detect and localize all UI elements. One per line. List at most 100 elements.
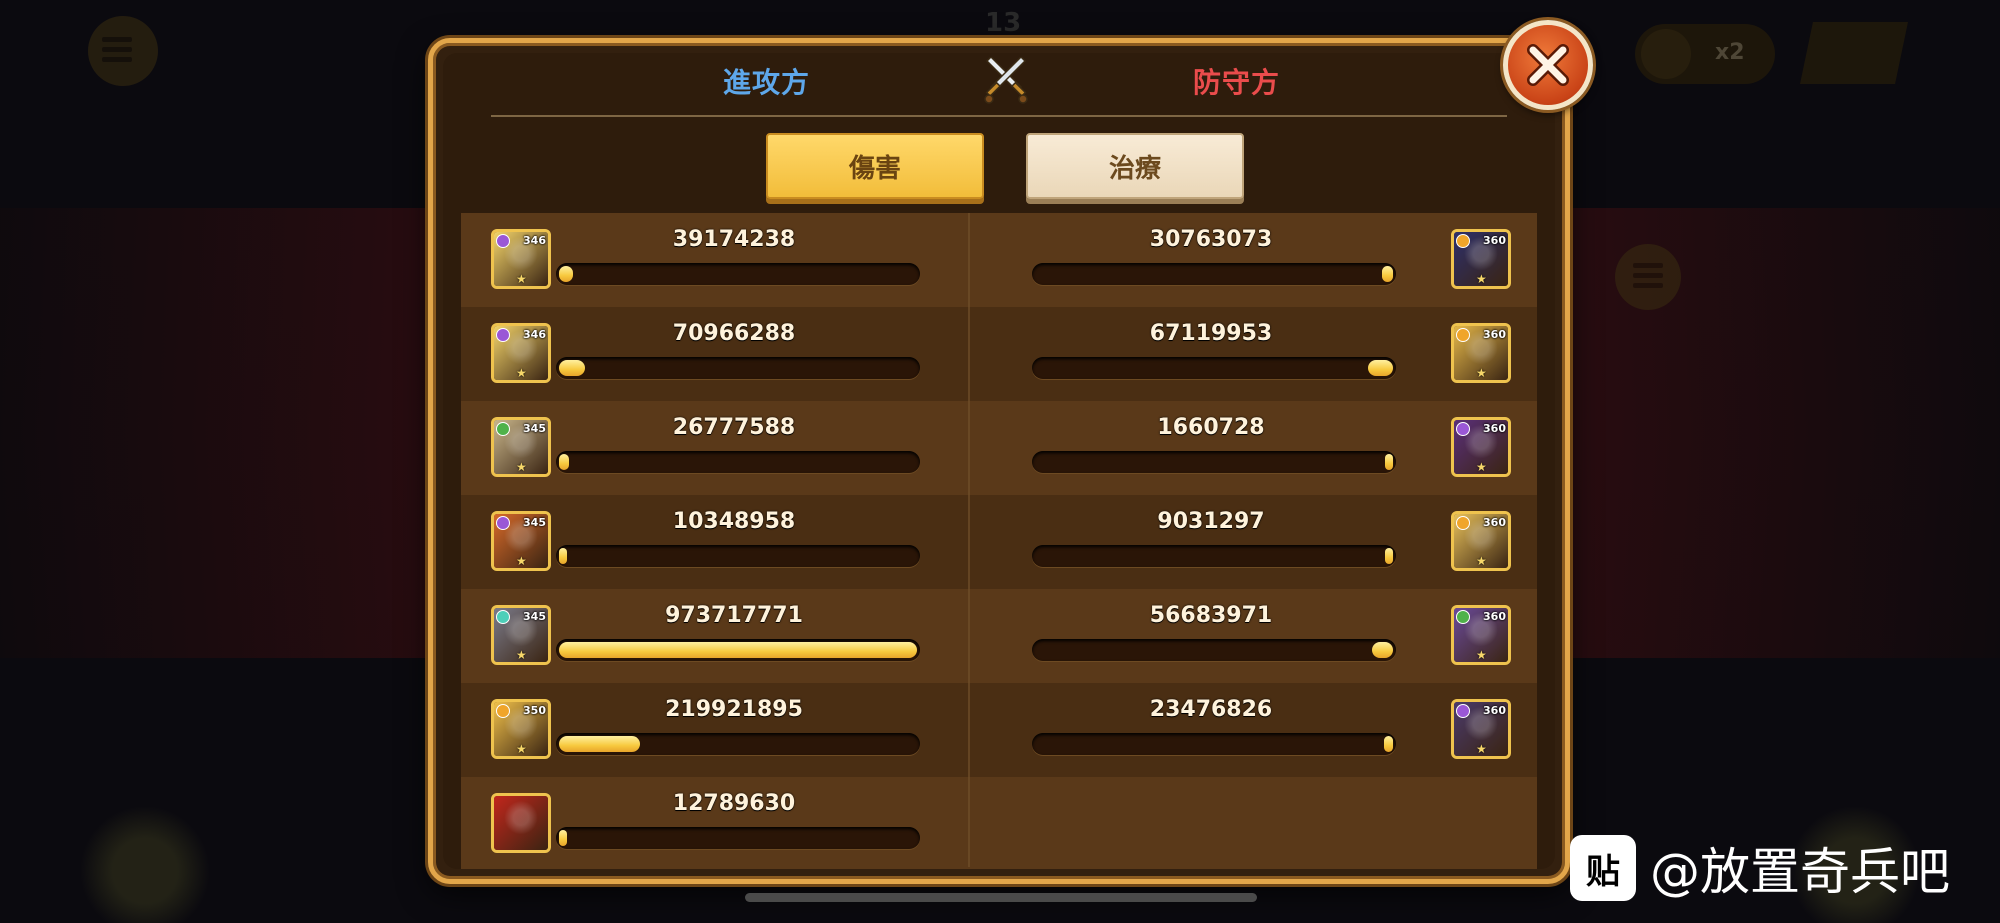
star-icon: ★ [1476, 742, 1487, 756]
attacker-hero-portrait[interactable]: 345 ★ [491, 511, 551, 571]
tab-damage[interactable]: 傷害 [766, 133, 984, 199]
home-indicator [745, 893, 1257, 902]
attacker-team-label: 進攻方 [723, 66, 811, 99]
star-icon: ★ [1476, 554, 1487, 568]
faction-icon [1456, 610, 1470, 624]
faction-icon [496, 422, 510, 436]
hero-level: 360 [1483, 422, 1506, 435]
hero-level: 360 [1483, 610, 1506, 623]
hero-level: 346 [523, 328, 546, 341]
star-icon: ★ [516, 742, 527, 756]
attacker-damage-bar [556, 357, 920, 379]
attacker-damage-bar-fill [559, 454, 569, 470]
attacker-damage-bar [556, 639, 920, 661]
defender-hero-portrait[interactable]: 360 ★ [1451, 511, 1511, 571]
attacker-hero-portrait[interactable]: 350 ★ [491, 699, 551, 759]
close-icon [1527, 44, 1569, 86]
defender-hero-portrait[interactable]: 360 ★ [1451, 699, 1511, 759]
watermark: 贴 @放置奇兵吧 [1570, 834, 1950, 902]
attacker-damage-value: 219921895 [665, 697, 803, 722]
defender-damage-value: 67119953 [1149, 321, 1273, 346]
header-divider [491, 115, 1507, 117]
attacker-damage-bar [556, 451, 920, 473]
attacker-damage-value: 12789630 [672, 791, 796, 816]
faction-icon [496, 704, 510, 718]
hero-level: 360 [1483, 328, 1506, 341]
defender-damage-bar [1032, 451, 1396, 473]
attacker-hero-portrait[interactable] [491, 793, 551, 853]
defender-damage-value: 23476826 [1149, 697, 1273, 722]
defender-damage-bar-fill [1385, 454, 1393, 470]
star-icon: ★ [516, 460, 527, 474]
faction-icon [496, 516, 510, 530]
battle-stats-panel: 進攻方 防守方 傷害 治療 346 ★ 39174238 30763073 360 ★ 34… [428, 38, 1570, 884]
attacker-damage-bar-fill [559, 360, 585, 376]
defender-hero-portrait[interactable]: 360 ★ [1451, 417, 1511, 477]
attacker-damage-bar-fill [559, 642, 917, 658]
defender-hero-portrait[interactable]: 360 ★ [1451, 323, 1511, 383]
star-icon: ★ [1476, 366, 1487, 380]
center-divider [968, 213, 970, 867]
attacker-hero-portrait[interactable]: 345 ★ [491, 417, 551, 477]
hero-level: 350 [523, 704, 546, 717]
stats-row: 350 ★ 219921895 23476826 360 ★ [461, 683, 1537, 777]
crossed-swords-icon [984, 57, 1028, 104]
defender-damage-bar [1032, 357, 1396, 379]
defender-damage-value: 1660728 [1157, 415, 1265, 440]
list-icon [1633, 258, 1663, 288]
background-skip-button[interactable] [1800, 22, 1908, 84]
defender-damage-bar-fill [1368, 360, 1393, 376]
attacker-damage-value: 10348958 [672, 509, 796, 534]
defender-damage-bar-fill [1382, 266, 1393, 282]
star-icon: ★ [516, 272, 527, 286]
attacker-damage-bar [556, 545, 920, 567]
star-icon: ★ [1476, 648, 1487, 662]
stats-row: 345 ★ 973717771 56683971 360 ★ [461, 589, 1537, 683]
defender-damage-value: 30763073 [1149, 227, 1273, 252]
background-skill-icons-left [70, 793, 220, 923]
attacker-damage-value: 70966288 [672, 321, 796, 346]
faction-icon [496, 234, 510, 248]
faction-icon [1456, 704, 1470, 718]
hero-level: 360 [1483, 704, 1506, 717]
attacker-damage-bar-fill [559, 830, 567, 846]
hero-level: 345 [523, 422, 546, 435]
background-list-button[interactable] [1615, 244, 1681, 310]
stats-row: 346 ★ 39174238 30763073 360 ★ [461, 213, 1537, 307]
stats-rows: 346 ★ 39174238 30763073 360 ★ 346 ★ 70966288 6711… [461, 213, 1537, 869]
stats-row: 345 ★ 10348958 9031297 360 ★ [461, 495, 1537, 589]
background-speed-button[interactable]: x2 [1635, 24, 1775, 84]
hero-level: 345 [523, 516, 546, 529]
faction-icon [1456, 516, 1470, 530]
stats-row: 346 ★ 70966288 67119953 360 ★ [461, 307, 1537, 401]
defender-team-label: 防守方 [1193, 66, 1281, 99]
stats-row: 12789630 [461, 777, 1537, 869]
defender-hero-portrait[interactable]: 360 ★ [1451, 229, 1511, 289]
hero-level: 346 [523, 234, 546, 247]
attacker-hero-portrait[interactable]: 346 ★ [491, 323, 551, 383]
defender-damage-bar-fill [1384, 736, 1393, 752]
tab-healing-label: 治療 [1108, 153, 1161, 184]
attacker-damage-bar [556, 733, 920, 755]
background-menu-button[interactable] [88, 16, 158, 86]
defender-damage-value: 9031297 [1157, 509, 1265, 534]
attacker-hero-portrait[interactable]: 345 ★ [491, 605, 551, 665]
faction-icon [1456, 328, 1470, 342]
close-button[interactable] [1503, 20, 1593, 110]
defender-damage-bar-fill [1372, 642, 1393, 658]
tieba-logo: 贴 [1570, 835, 1636, 901]
attacker-hero-portrait[interactable]: 346 ★ [491, 229, 551, 289]
attacker-damage-value: 26777588 [672, 415, 796, 440]
defender-damage-bar-fill [1385, 548, 1393, 564]
faction-icon [1456, 422, 1470, 436]
star-icon: ★ [516, 648, 527, 662]
defender-damage-bar [1032, 733, 1396, 755]
attacker-damage-value: 973717771 [665, 603, 803, 628]
hero-avatar [494, 796, 548, 850]
defender-hero-portrait[interactable]: 360 ★ [1451, 605, 1511, 665]
background-turn-counter: 13 [985, 8, 1022, 38]
attacker-damage-bar [556, 827, 920, 849]
tab-healing[interactable]: 治療 [1026, 133, 1244, 199]
hero-level: 345 [523, 610, 546, 623]
tab-damage-label: 傷害 [848, 153, 901, 184]
